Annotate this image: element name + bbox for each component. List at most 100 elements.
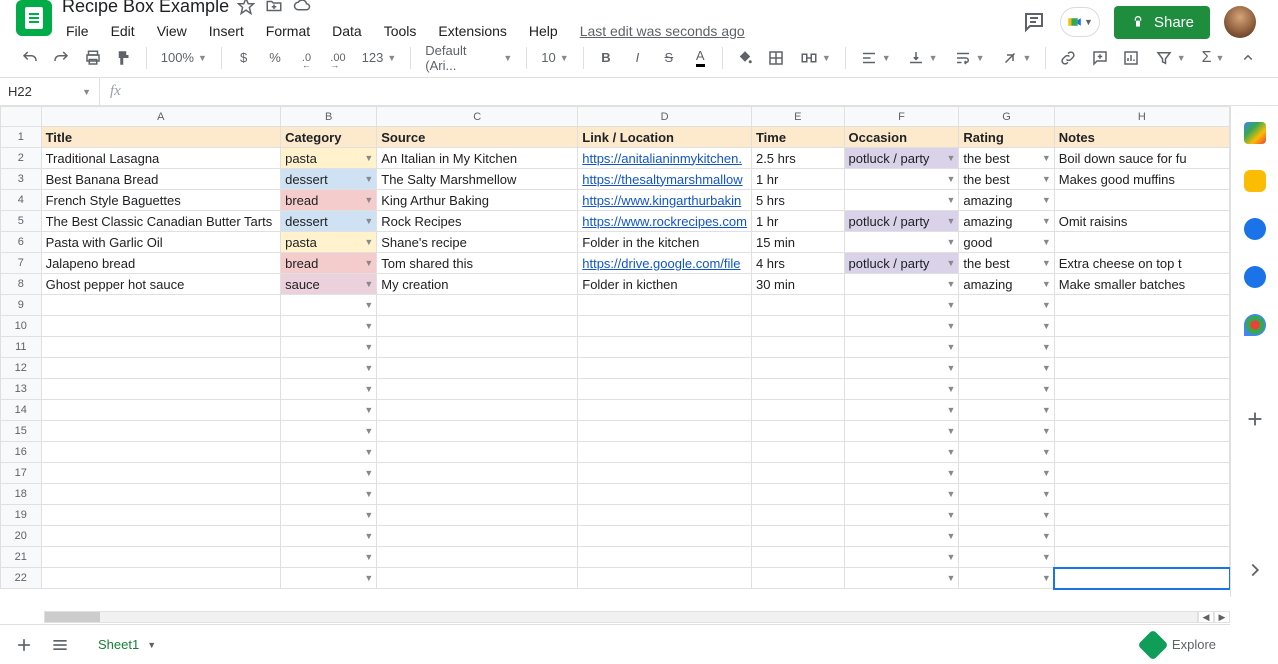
- cell-link[interactable]: https://anitalianinmykitchen.: [578, 148, 752, 169]
- column-header[interactable]: G: [959, 107, 1054, 127]
- cell-category[interactable]: sauce▼: [281, 274, 377, 295]
- move-icon[interactable]: [265, 0, 283, 15]
- formula-input[interactable]: [131, 78, 1278, 105]
- cell[interactable]: Jalapeno bread: [41, 253, 281, 274]
- cell[interactable]: 4 hrs: [751, 253, 844, 274]
- cell[interactable]: [1054, 232, 1229, 253]
- header-cell[interactable]: Source: [377, 127, 578, 148]
- row-header[interactable]: 3: [1, 169, 42, 190]
- cell[interactable]: [1054, 526, 1229, 547]
- cell[interactable]: Shane's recipe: [377, 232, 578, 253]
- cell[interactable]: [1054, 400, 1229, 421]
- cell[interactable]: ▼: [844, 295, 959, 316]
- cell[interactable]: [751, 526, 844, 547]
- cell[interactable]: [751, 421, 844, 442]
- cell[interactable]: [41, 400, 281, 421]
- functions-dropdown[interactable]: Σ▼: [1196, 44, 1231, 72]
- row-header[interactable]: 11: [1, 337, 42, 358]
- row-header[interactable]: 19: [1, 505, 42, 526]
- cell[interactable]: [751, 379, 844, 400]
- cell[interactable]: [377, 400, 578, 421]
- cell[interactable]: [578, 526, 752, 547]
- cell[interactable]: Pasta with Garlic Oil: [41, 232, 281, 253]
- fill-color-button[interactable]: [731, 44, 758, 72]
- cell-occasion[interactable]: ▼: [844, 190, 959, 211]
- row-header[interactable]: 5: [1, 211, 42, 232]
- merge-cells-dropdown[interactable]: ▼: [794, 44, 837, 72]
- row-header[interactable]: 1: [1, 127, 42, 148]
- cell[interactable]: [1054, 547, 1229, 568]
- cell[interactable]: ▼: [959, 316, 1054, 337]
- star-icon[interactable]: [237, 0, 255, 15]
- menu-insert[interactable]: Insert: [205, 21, 248, 41]
- cell[interactable]: King Arthur Baking: [377, 190, 578, 211]
- cell[interactable]: ▼: [281, 421, 377, 442]
- cell[interactable]: [1054, 295, 1229, 316]
- cell[interactable]: ▼: [844, 547, 959, 568]
- hide-sidepanel-icon[interactable]: [1244, 559, 1266, 581]
- cell[interactable]: ▼: [281, 400, 377, 421]
- row-header[interactable]: 6: [1, 232, 42, 253]
- cell[interactable]: [578, 400, 752, 421]
- cell[interactable]: [377, 337, 578, 358]
- italic-button[interactable]: I: [624, 44, 651, 72]
- print-button[interactable]: [79, 44, 106, 72]
- filter-dropdown[interactable]: ▼: [1149, 44, 1192, 72]
- font-family-dropdown[interactable]: Default (Ari...▼: [419, 44, 518, 72]
- row-header[interactable]: 8: [1, 274, 42, 295]
- cell[interactable]: [377, 295, 578, 316]
- cell[interactable]: ▼: [281, 547, 377, 568]
- cell[interactable]: [1054, 316, 1229, 337]
- menu-tools[interactable]: Tools: [380, 21, 421, 41]
- cell-link[interactable]: https://thesaltymarshmallow: [578, 169, 752, 190]
- column-header[interactable]: A: [41, 107, 281, 127]
- cell[interactable]: ▼: [281, 505, 377, 526]
- cell[interactable]: [377, 505, 578, 526]
- cell[interactable]: [751, 316, 844, 337]
- cell-rating[interactable]: the best▼: [959, 253, 1054, 274]
- cell[interactable]: ▼: [281, 526, 377, 547]
- cell[interactable]: [751, 358, 844, 379]
- header-cell[interactable]: Title: [41, 127, 281, 148]
- row-header[interactable]: 18: [1, 484, 42, 505]
- cell[interactable]: [751, 505, 844, 526]
- insert-chart-button[interactable]: [1117, 44, 1144, 72]
- cell-occasion[interactable]: potluck / party▼: [844, 253, 959, 274]
- zoom-dropdown[interactable]: 100%▼: [155, 44, 213, 72]
- cell[interactable]: ▼: [959, 463, 1054, 484]
- cell[interactable]: ▼: [844, 337, 959, 358]
- collapse-toolbar-button[interactable]: [1235, 44, 1262, 72]
- row-header[interactable]: 14: [1, 400, 42, 421]
- cell-link[interactable]: Folder in kicthen: [578, 274, 752, 295]
- row-header[interactable]: 9: [1, 295, 42, 316]
- cell[interactable]: [377, 421, 578, 442]
- menu-format[interactable]: Format: [262, 21, 314, 41]
- more-formats-dropdown[interactable]: 123▼: [356, 44, 403, 72]
- cell-category[interactable]: dessert▼: [281, 169, 377, 190]
- cell[interactable]: [377, 379, 578, 400]
- cell[interactable]: ▼: [959, 337, 1054, 358]
- font-size-dropdown[interactable]: 10▼: [535, 44, 575, 72]
- cloud-status-icon[interactable]: [293, 0, 311, 15]
- row-header[interactable]: 21: [1, 547, 42, 568]
- cell[interactable]: [578, 442, 752, 463]
- maps-sidepanel-icon[interactable]: [1244, 314, 1266, 336]
- cell-category[interactable]: pasta▼: [281, 148, 377, 169]
- menu-view[interactable]: View: [153, 21, 191, 41]
- cell[interactable]: [377, 463, 578, 484]
- cell[interactable]: ▼: [281, 463, 377, 484]
- cell[interactable]: Best Banana Bread: [41, 169, 281, 190]
- cell[interactable]: [578, 505, 752, 526]
- cell[interactable]: [41, 379, 281, 400]
- cell[interactable]: [377, 442, 578, 463]
- cell[interactable]: ▼: [281, 379, 377, 400]
- cell[interactable]: [41, 526, 281, 547]
- cell[interactable]: Extra cheese on top t: [1054, 253, 1229, 274]
- row-header[interactable]: 12: [1, 358, 42, 379]
- cell[interactable]: [1054, 421, 1229, 442]
- cell[interactable]: 30 min: [751, 274, 844, 295]
- menu-data[interactable]: Data: [328, 21, 366, 41]
- cell[interactable]: ▼: [844, 463, 959, 484]
- cell[interactable]: [377, 547, 578, 568]
- document-title[interactable]: Recipe Box Example: [60, 0, 231, 17]
